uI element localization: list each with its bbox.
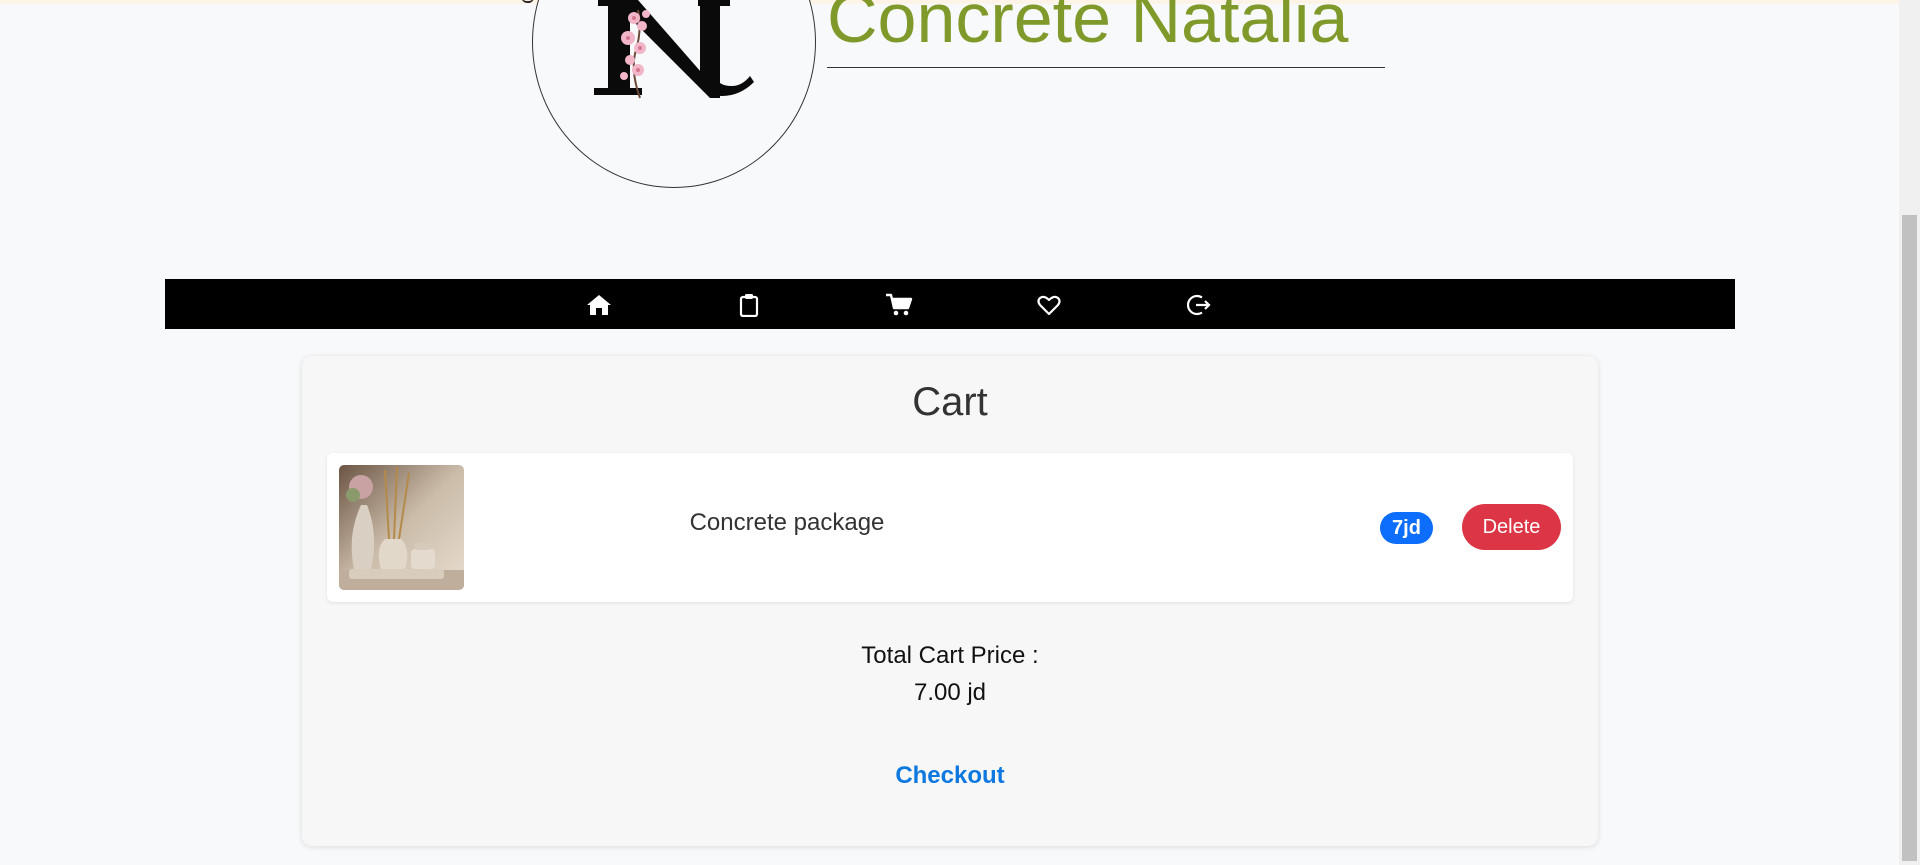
- product-image: [339, 465, 464, 590]
- price-badge: 7jd: [1380, 512, 1433, 544]
- cart-title: Cart: [912, 380, 988, 424]
- nav-home[interactable]: [585, 292, 613, 318]
- logo-monogram: [594, 0, 754, 99]
- checkout-link[interactable]: Checkout: [302, 762, 1598, 790]
- nav-cart[interactable]: [885, 292, 913, 318]
- cart-panel: Cart Concrete package 7jd Delete Total C…: [302, 356, 1598, 846]
- nav-favorites[interactable]: [1035, 292, 1063, 318]
- home-icon: [587, 295, 611, 315]
- cart-icon: [886, 293, 913, 316]
- nav-logout[interactable]: [1185, 292, 1213, 318]
- total-price-value: 7.00 jd: [913, 679, 987, 706]
- scrollbar-thumb[interactable]: [1902, 215, 1917, 861]
- total-price-label: Total Cart Price :: [861, 642, 1039, 669]
- logout-icon: [1187, 294, 1211, 316]
- page-scrollbar[interactable]: [1899, 0, 1920, 865]
- item-name: Concrete package: [689, 509, 885, 536]
- brand-title: Concrete Natalia: [827, 0, 1349, 57]
- brand-underline: [827, 67, 1385, 68]
- cart-item: Concrete package 7jd Delete: [327, 453, 1573, 602]
- delete-button[interactable]: Delete: [1462, 504, 1561, 550]
- nav-orders[interactable]: [735, 292, 763, 318]
- main-navbar: [165, 279, 1735, 329]
- heart-icon: [1037, 295, 1061, 316]
- logo-ring-text: Co: [519, 0, 539, 4]
- clipboard-icon: [739, 294, 759, 317]
